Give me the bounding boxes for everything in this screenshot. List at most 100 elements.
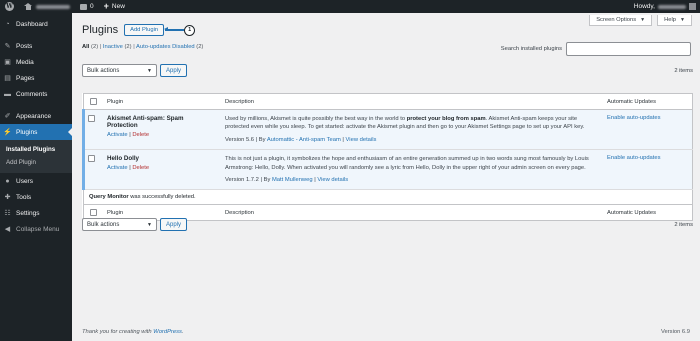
- add-plugin-button[interactable]: Add Plugin: [124, 24, 165, 36]
- plugin-name: Hello Dolly: [107, 155, 139, 163]
- plugin-name: Akismet Anti-spam: Spam Protection: [107, 115, 184, 129]
- sidebar-item-pages[interactable]: ▤ Pages: [0, 70, 72, 86]
- plugins-table: Plugin Description Automatic Updates Aki…: [82, 93, 693, 222]
- by-label: By: [258, 136, 266, 143]
- screen-options-button[interactable]: Screen Options ▼: [589, 15, 653, 26]
- sidebar-item-settings[interactable]: ☷ Settings: [0, 205, 72, 221]
- collapse-icon: ◀: [4, 226, 11, 233]
- sidebar-item-label: Comments: [16, 90, 48, 98]
- description-text: Used by millions, Akismet is quite possi…: [225, 116, 407, 122]
- my-account-menu[interactable]: Howdy,: [629, 0, 700, 13]
- enable-auto-updates-link[interactable]: Enable auto-updates: [607, 115, 661, 121]
- plugin-description: Used by millions, Akismet is quite possi…: [225, 115, 597, 132]
- sidebar-item-label: Dashboard: [16, 20, 48, 28]
- filter-all-count: (2): [91, 44, 99, 50]
- bulk-actions-select[interactable]: Bulk actions ▼: [82, 64, 157, 77]
- callout-number-badge: 1: [184, 24, 196, 36]
- sidebar-item-comments[interactable]: ▬ Comments: [0, 86, 72, 102]
- view-details-link[interactable]: View details: [346, 137, 377, 143]
- deleted-notice-text: was successfully deleted.: [128, 194, 196, 201]
- collapse-menu-button[interactable]: ◀ Collapse Menu: [0, 221, 72, 237]
- tablenav-top: Bulk actions ▼ Apply 2 items: [82, 64, 693, 77]
- sidebar-item-appearance[interactable]: ✐ Appearance: [0, 108, 72, 124]
- media-icon: ▣: [4, 59, 11, 66]
- items-count-bottom: 2 items: [674, 221, 693, 228]
- site-name-menu[interactable]: [19, 0, 75, 13]
- sidebar-item-label: Posts: [16, 42, 33, 50]
- users-icon: ●: [5, 177, 10, 185]
- new-label: New: [111, 3, 125, 10]
- table-row: Akismet Anti-spam: Spam Protection Activ…: [82, 109, 693, 151]
- author-link[interactable]: Matt Mullenweg: [272, 177, 313, 183]
- help-label: Help: [664, 17, 677, 23]
- username-redacted: [658, 4, 686, 9]
- footer-thanks-end: .: [181, 329, 184, 335]
- sidebar-item-users[interactable]: ● Users: [0, 173, 72, 189]
- row-checkbox[interactable]: [88, 155, 95, 163]
- sidebar-item-dashboard[interactable]: ◔ Dashboard: [0, 16, 72, 32]
- apply-button[interactable]: Apply: [160, 64, 188, 77]
- sidebar-item-tools[interactable]: ✚ Tools: [0, 189, 72, 205]
- column-header-description: Description: [220, 93, 602, 110]
- row-checkbox[interactable]: [88, 115, 95, 122]
- sidebar-item-plugins[interactable]: ⚡ Plugins: [0, 124, 72, 140]
- page-heading: Plugins Add Plugin 1: [82, 24, 196, 36]
- wrench-icon: ✚: [4, 194, 11, 201]
- page-title: Plugins: [82, 24, 119, 36]
- select-all-checkbox[interactable]: [90, 97, 97, 105]
- chevron-down-icon: ▼: [640, 17, 646, 23]
- activate-link[interactable]: Activate: [107, 165, 128, 171]
- bulk-actions-label: Bulk actions: [87, 67, 120, 74]
- new-content-menu[interactable]: + New: [99, 0, 130, 13]
- filter-inactive[interactable]: Inactive (2): [103, 44, 132, 50]
- apply-button-bottom[interactable]: Apply: [160, 218, 188, 231]
- filter-auto-disabled-label: Auto-updates Disabled: [136, 44, 195, 50]
- help-button[interactable]: Help ▼: [657, 15, 692, 26]
- submenu-add-plugin[interactable]: Add Plugin: [0, 156, 72, 169]
- plugins-submenu: Installed Plugins Add Plugin: [0, 140, 72, 173]
- howdy-label: Howdy,: [633, 3, 655, 10]
- view-details-link[interactable]: View details: [317, 177, 348, 183]
- filter-inactive-count: (2): [124, 44, 132, 50]
- sidebar-item-label: Collapse Menu: [16, 225, 60, 233]
- column-header-auto-updates: Automatic Updates: [602, 93, 693, 110]
- delete-link[interactable]: Delete: [132, 165, 149, 171]
- search-input[interactable]: [566, 42, 691, 56]
- filter-all[interactable]: All (2): [82, 44, 98, 50]
- sidebar-item-label: Settings: [16, 209, 40, 217]
- plugin-version: Version 1.7.2: [225, 176, 259, 183]
- deleted-plugin-name: Query Monitor: [89, 194, 129, 201]
- table-row: Hello Dolly Activate | Delete This is no…: [82, 149, 693, 191]
- table-header-row: Plugin Description Automatic Updates: [83, 93, 693, 110]
- footer-version: Version 6.9: [660, 329, 690, 335]
- column-header-plugin[interactable]: Plugin: [102, 93, 220, 110]
- comments-menu[interactable]: 0: [75, 0, 99, 13]
- submenu-installed-plugins[interactable]: Installed Plugins: [0, 143, 72, 156]
- tablenav-bottom: Bulk actions ▼ Apply 2 items: [82, 218, 693, 231]
- deleted-notice-row: Query Monitor was successfully deleted.: [83, 189, 693, 206]
- filter-auto-updates-disabled[interactable]: Auto-updates Disabled (2): [136, 44, 203, 50]
- sidebar-item-media[interactable]: ▣ Media: [0, 54, 72, 70]
- row-actions: Activate | Delete: [107, 132, 150, 138]
- wordpress-logo-menu[interactable]: W: [0, 0, 19, 13]
- sidebar-item-label: Plugins: [16, 128, 38, 136]
- by-label: By: [263, 176, 271, 183]
- author-link[interactable]: Automattic - Anti-spam Team: [267, 137, 341, 143]
- enable-auto-updates-link[interactable]: Enable auto-updates: [607, 155, 661, 161]
- footer-thankyou: Thank you for creating with WordPress.: [82, 329, 184, 335]
- screen-options-label: Screen Options: [596, 17, 637, 23]
- admin-sidebar: ◔ Dashboard ✎ Posts ▣ Media ▤ Pages ▬ Co…: [0, 13, 72, 341]
- filter-auto-disabled-count: (2): [196, 44, 204, 50]
- plugin-status-filters: All (2) | Inactive (2) | Auto-updates Di…: [82, 44, 204, 50]
- footer-thanks-text: Thank you for creating with: [82, 329, 154, 335]
- wordpress-link[interactable]: WordPress: [153, 329, 182, 335]
- activate-link[interactable]: Activate: [107, 132, 128, 138]
- sidebar-item-posts[interactable]: ✎ Posts: [0, 38, 72, 54]
- search-label: Search installed plugins: [500, 46, 562, 52]
- chevron-down-icon: ▼: [680, 17, 685, 23]
- bulk-actions-label: Bulk actions: [87, 221, 120, 228]
- select-all-checkbox-footer[interactable]: [90, 209, 97, 217]
- delete-link[interactable]: Delete: [132, 132, 149, 138]
- home-icon: [24, 3, 32, 10]
- bulk-actions-select-bottom[interactable]: Bulk actions ▼: [82, 218, 157, 231]
